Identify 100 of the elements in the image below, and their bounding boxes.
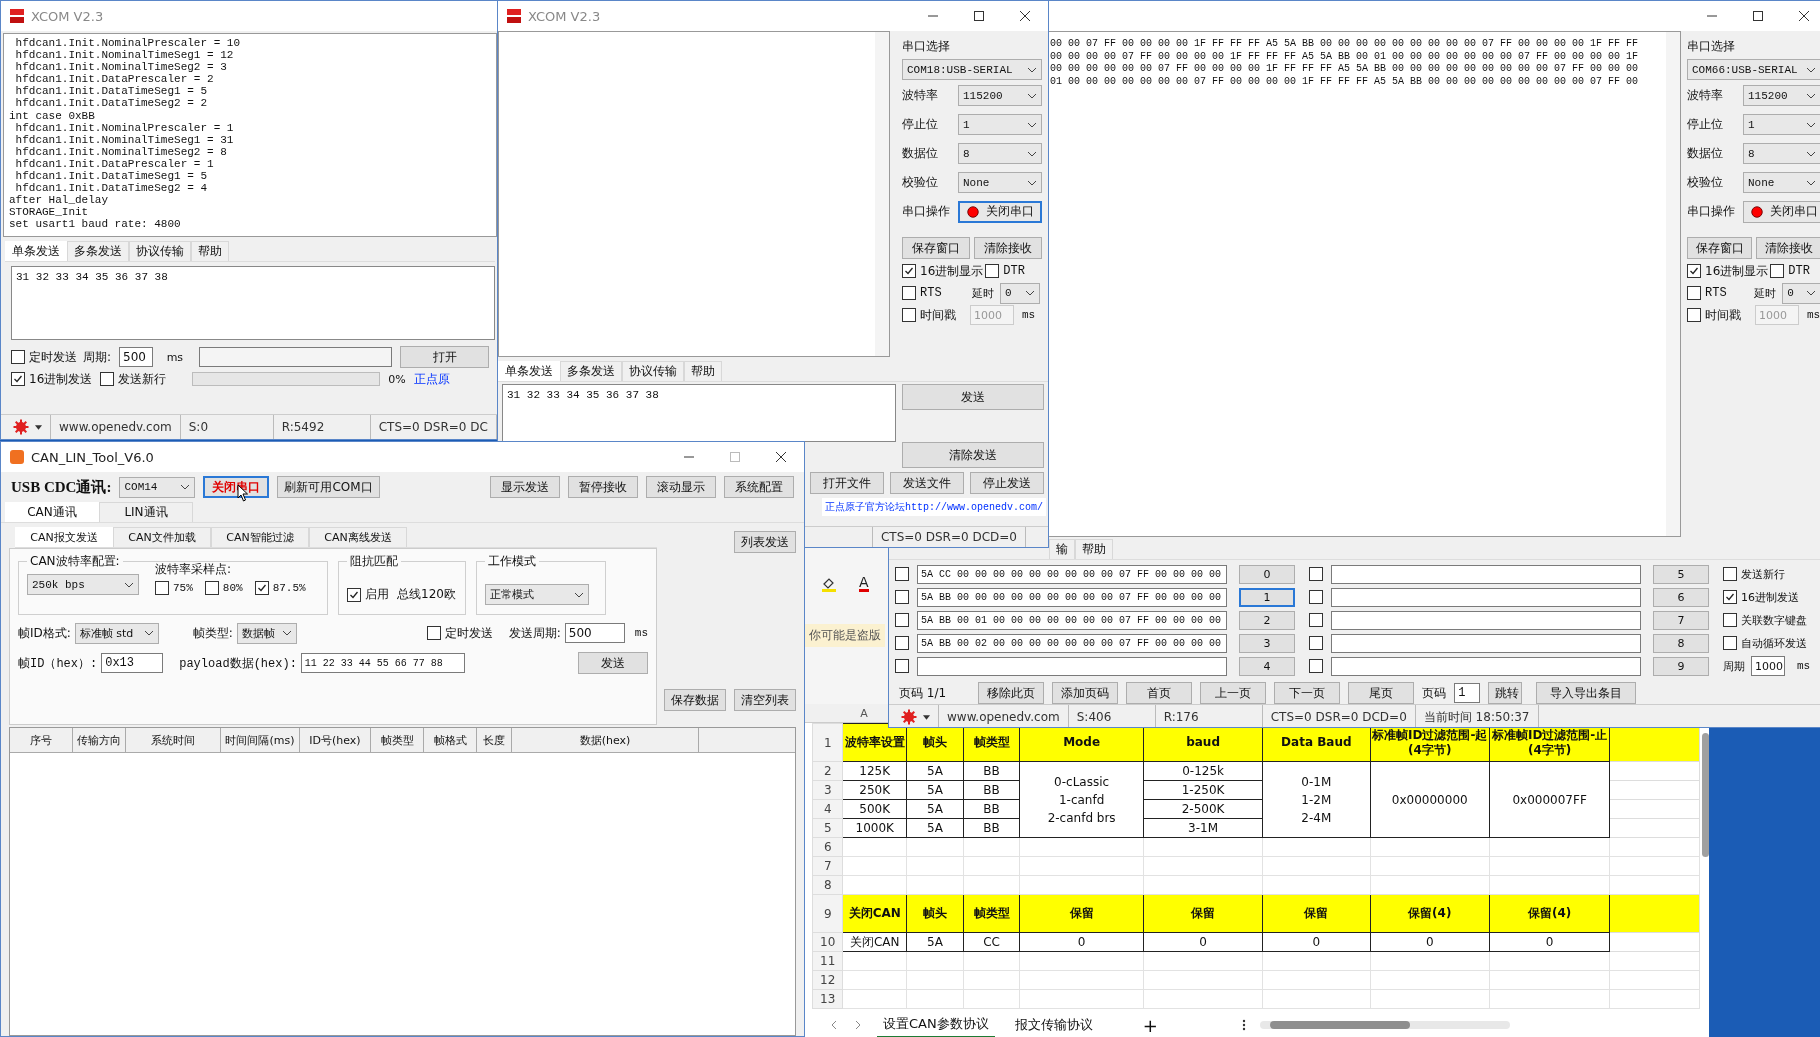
setting-dropdown[interactable]: None bbox=[958, 172, 1042, 193]
send-field[interactable]: 31 32 33 34 35 36 37 38 bbox=[502, 384, 896, 442]
tab[interactable]: 单条发送 bbox=[5, 241, 67, 261]
panel-button[interactable]: 清除接收 bbox=[974, 237, 1042, 259]
import-export-button[interactable]: 导入导出条目 bbox=[1536, 682, 1637, 704]
port-dropdown[interactable]: COM14 bbox=[119, 476, 196, 498]
settings-icon[interactable] bbox=[901, 709, 917, 725]
entry-checkbox[interactable] bbox=[1309, 613, 1323, 627]
tab[interactable]: 协议传输 bbox=[129, 241, 191, 261]
entry-checkbox[interactable] bbox=[895, 636, 909, 650]
scrollbar[interactable] bbox=[875, 32, 889, 356]
scrollbar[interactable] bbox=[1701, 733, 1709, 857]
entry-field[interactable] bbox=[1331, 587, 1641, 607]
tab[interactable]: 单条发送 bbox=[498, 361, 560, 381]
entry-send-button[interactable]: 3 bbox=[1239, 633, 1295, 653]
payload-field[interactable]: 11 22 33 44 55 66 77 88 bbox=[300, 653, 465, 673]
toolbar-button[interactable]: 显示发送 bbox=[490, 476, 560, 498]
caret-icon[interactable] bbox=[35, 424, 42, 430]
period-field[interactable]: 500 bbox=[119, 347, 153, 367]
entry-send-button[interactable]: 8 bbox=[1653, 633, 1709, 653]
period-field[interactable]: 1000 bbox=[1751, 656, 1785, 676]
entry-field[interactable] bbox=[1331, 633, 1641, 653]
entry-checkbox[interactable] bbox=[895, 590, 909, 604]
delay-dropdown[interactable]: 0 bbox=[1782, 282, 1820, 304]
sample-point-checkbox[interactable]: 75% bbox=[155, 581, 193, 595]
entry-send-button[interactable]: 5 bbox=[1653, 564, 1709, 584]
setting-dropdown[interactable]: 8 bbox=[958, 143, 1042, 164]
panel-button[interactable]: 保存窗口 bbox=[902, 237, 970, 259]
panel-button[interactable]: 清除接收 bbox=[1756, 237, 1820, 259]
tab[interactable]: 输 bbox=[1049, 539, 1075, 559]
send-button[interactable]: 发送 bbox=[902, 384, 1044, 410]
hex-send-checkbox[interactable]: 16进制发送 bbox=[11, 370, 93, 388]
timestamp-checkbox[interactable]: 时间戳 bbox=[902, 306, 968, 324]
list-send-button[interactable]: 列表发送 bbox=[734, 531, 796, 553]
caret-icon[interactable] bbox=[923, 714, 930, 720]
entry-send-button[interactable]: 1 bbox=[1239, 587, 1295, 607]
toolbar-button[interactable]: 系统配置 bbox=[724, 476, 794, 498]
tab[interactable]: 多条发送 bbox=[560, 361, 622, 381]
dtr-checkbox[interactable]: DTR bbox=[985, 264, 1025, 278]
delay-dropdown[interactable]: 0 bbox=[1000, 282, 1040, 304]
pager-button[interactable]: 下一页 bbox=[1274, 682, 1341, 704]
tab[interactable]: 帮助 bbox=[684, 361, 722, 381]
entry-send-button[interactable]: 6 bbox=[1653, 587, 1709, 607]
entry-checkbox[interactable] bbox=[895, 567, 909, 581]
setting-dropdown[interactable]: 8 bbox=[1743, 143, 1820, 164]
rts-checkbox[interactable]: RTS bbox=[1687, 286, 1751, 300]
timed-send-checkbox[interactable]: 定时发送 bbox=[426, 624, 493, 642]
add-sheet-button[interactable]: + bbox=[1142, 1014, 1158, 1036]
newline-checkbox[interactable]: 发送新行 bbox=[100, 370, 167, 388]
setting-dropdown[interactable]: None bbox=[1743, 172, 1820, 193]
port-dropdown[interactable]: COM66:USB-SERIAL bbox=[1687, 59, 1820, 80]
dtr-checkbox[interactable]: DTR bbox=[1770, 264, 1810, 278]
entry-checkbox[interactable] bbox=[1309, 590, 1323, 604]
page-field[interactable]: 1 bbox=[1454, 683, 1481, 703]
close-port-button[interactable]: 关闭串口 bbox=[958, 200, 1042, 223]
pager-button[interactable]: 添加页码 bbox=[1052, 682, 1119, 704]
more-icon[interactable] bbox=[1241, 1019, 1246, 1031]
scrollbar[interactable] bbox=[1666, 32, 1680, 536]
hex-display-checkbox[interactable]: 16进制显示 bbox=[1687, 262, 1769, 280]
close-port-button[interactable]: 关闭串口 bbox=[1743, 200, 1820, 223]
sample-point-checkbox[interactable]: 87.5% bbox=[254, 581, 306, 595]
tab[interactable]: 帮助 bbox=[191, 241, 229, 261]
pager-button[interactable]: 移除此页 bbox=[978, 682, 1045, 704]
file-button[interactable]: 打开文件 bbox=[810, 472, 884, 494]
entry-field[interactable] bbox=[1331, 564, 1641, 584]
tab[interactable]: CAN智能过滤 bbox=[211, 527, 309, 547]
entry-field[interactable]: 5A BB 00 01 00 00 00 00 00 00 00 07 FF 00 00 00 00 bbox=[917, 610, 1227, 630]
tab[interactable]: 帮助 bbox=[1075, 539, 1113, 559]
entry-checkbox[interactable] bbox=[1309, 659, 1323, 673]
toolbar-button[interactable]: 滚动显示 bbox=[646, 476, 716, 498]
option-checkbox[interactable]: 自动循环发送 bbox=[1723, 633, 1811, 653]
entry-send-button[interactable]: 4 bbox=[1239, 656, 1295, 676]
clear-list-button[interactable]: 清空列表 bbox=[734, 689, 796, 711]
option-checkbox[interactable]: 发送新行 bbox=[1723, 564, 1811, 584]
entry-checkbox[interactable] bbox=[895, 613, 909, 627]
pager-button[interactable]: 尾页 bbox=[1348, 682, 1415, 704]
period-field[interactable]: 500 bbox=[564, 623, 625, 643]
tab[interactable]: CAN报文发送 bbox=[15, 527, 113, 547]
entry-field[interactable]: 5A CC 00 00 00 00 00 00 00 00 00 07 FF 00 00 00 00 bbox=[917, 564, 1227, 584]
file-path-field[interactable] bbox=[199, 347, 393, 367]
mode-dropdown[interactable]: 正常模式 bbox=[485, 584, 589, 605]
tab[interactable]: CAN通讯 bbox=[5, 502, 99, 522]
entry-send-button[interactable]: 7 bbox=[1653, 610, 1709, 630]
tab[interactable]: CAN离线发送 bbox=[309, 527, 407, 547]
entry-checkbox[interactable] bbox=[1309, 636, 1323, 650]
option-checkbox[interactable]: 16进制发送 bbox=[1723, 587, 1811, 607]
setting-dropdown[interactable]: 115200 bbox=[1743, 85, 1820, 106]
tab[interactable]: 协议传输 bbox=[622, 361, 684, 381]
tab[interactable]: CAN文件加载 bbox=[113, 527, 211, 547]
setting-dropdown[interactable]: 1 bbox=[1743, 114, 1820, 135]
forum-link[interactable]: 正点原子官方论坛http://www.openedv.com/ bbox=[821, 498, 1046, 516]
tab[interactable]: 多条发送 bbox=[67, 241, 129, 261]
option-checkbox[interactable]: 关联数字键盘 bbox=[1723, 610, 1811, 630]
send-button[interactable]: 发送 bbox=[578, 652, 648, 674]
sheet-tab[interactable]: 报文传输协议 bbox=[1008, 1013, 1099, 1037]
baud-dropdown[interactable]: 250k bps bbox=[27, 574, 139, 595]
entry-send-button[interactable]: 2 bbox=[1239, 610, 1295, 630]
scrollbar[interactable] bbox=[1259, 1021, 1510, 1029]
clear-send-button[interactable]: 清除发送 bbox=[902, 442, 1044, 468]
panel-button[interactable]: 保存窗口 bbox=[1687, 237, 1752, 259]
